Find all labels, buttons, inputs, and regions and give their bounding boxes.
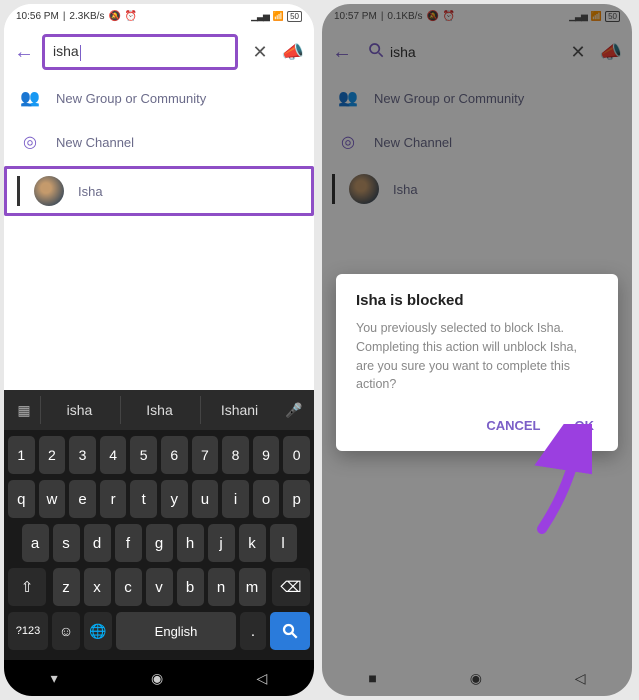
key-u[interactable]: u bbox=[192, 480, 219, 518]
blocked-dialog: Isha is blocked You previously selected … bbox=[336, 274, 618, 451]
key-4[interactable]: 4 bbox=[100, 436, 127, 474]
mic-icon[interactable]: 🎤 bbox=[280, 402, 308, 419]
phone-screenshot-right: 10:57 PM | 0.1KB/s 🔕 ⏰ ▁▃▅ 📶 50 ← isha ✕… bbox=[322, 4, 632, 696]
key-l[interactable]: l bbox=[270, 524, 297, 562]
signal-icon: ▁▃▅ bbox=[251, 11, 269, 22]
key-5[interactable]: 5 bbox=[130, 436, 157, 474]
symbols-key[interactable]: ?123 bbox=[8, 612, 48, 650]
backspace-key[interactable]: ⌫ bbox=[272, 568, 310, 606]
back-button[interactable]: ← bbox=[14, 41, 34, 64]
shift-key[interactable]: ⇧ bbox=[8, 568, 46, 606]
group-icon: 👥 bbox=[18, 86, 42, 110]
key-6[interactable]: 6 bbox=[161, 436, 188, 474]
key-c[interactable]: c bbox=[115, 568, 142, 606]
key-y[interactable]: y bbox=[161, 480, 188, 518]
key-q[interactable]: q bbox=[8, 480, 35, 518]
key-0[interactable]: 0 bbox=[283, 436, 310, 474]
key-j[interactable]: j bbox=[208, 524, 235, 562]
key-s[interactable]: s bbox=[53, 524, 80, 562]
nav-back[interactable]: ◁ bbox=[257, 670, 268, 687]
clear-search-button[interactable]: ✕ bbox=[252, 42, 267, 63]
status-net: 2.3KB/s bbox=[69, 11, 104, 22]
key-m[interactable]: m bbox=[239, 568, 266, 606]
period-key[interactable]: . bbox=[240, 612, 266, 650]
key-3[interactable]: 3 bbox=[69, 436, 96, 474]
key-2[interactable]: 2 bbox=[39, 436, 66, 474]
quick-actions-list: 👥 New Group or Community ◎ New Channel bbox=[4, 76, 314, 164]
key-g[interactable]: g bbox=[146, 524, 173, 562]
list-item-label: New Group or Community bbox=[56, 91, 206, 106]
keyboard: 1234567890 qwertyuiop asdfghjkl ⇧ zxcvbn… bbox=[4, 430, 314, 660]
search-header: ← isha ✕ 📣 bbox=[4, 28, 314, 76]
key-i[interactable]: i bbox=[222, 480, 249, 518]
search-text: isha bbox=[53, 43, 79, 59]
status-dnd-icon: 🔕 bbox=[108, 11, 120, 22]
key-a[interactable]: a bbox=[22, 524, 49, 562]
key-1[interactable]: 1 bbox=[8, 436, 35, 474]
status-time: 10:56 PM bbox=[16, 11, 59, 22]
key-t[interactable]: t bbox=[130, 480, 157, 518]
android-navbar: ▾ ◉ ◁ bbox=[4, 660, 314, 696]
key-v[interactable]: v bbox=[146, 568, 173, 606]
key-f[interactable]: f bbox=[115, 524, 142, 562]
key-9[interactable]: 9 bbox=[253, 436, 280, 474]
nav-recents[interactable]: ▾ bbox=[51, 670, 58, 687]
new-channel-item[interactable]: ◎ New Channel bbox=[4, 120, 314, 164]
key-n[interactable]: n bbox=[208, 568, 235, 606]
suggestion-1[interactable]: isha bbox=[40, 396, 118, 424]
key-r[interactable]: r bbox=[100, 480, 127, 518]
suggestion-2[interactable]: Isha bbox=[120, 396, 198, 424]
key-h[interactable]: h bbox=[177, 524, 204, 562]
emoji-key[interactable]: ☺ bbox=[52, 612, 80, 650]
dialog-actions: CANCEL OK bbox=[356, 410, 598, 441]
keyboard-suggestions: ▦ isha Isha Ishani 🎤 bbox=[4, 390, 314, 430]
phone-screenshot-left: 10:56 PM | 2.3KB/s 🔕 ⏰ ▁▃▅ 📶 50 ← isha ✕… bbox=[4, 4, 314, 696]
suggestion-3[interactable]: Ishani bbox=[200, 396, 278, 424]
new-group-item[interactable]: 👥 New Group or Community bbox=[4, 76, 314, 120]
megaphone-icon[interactable]: 📣 bbox=[282, 42, 304, 63]
key-x[interactable]: x bbox=[84, 568, 111, 606]
battery-icon: 50 bbox=[287, 11, 302, 22]
contact-result-row[interactable]: Isha bbox=[4, 166, 314, 216]
content-spacer bbox=[4, 218, 314, 390]
key-k[interactable]: k bbox=[239, 524, 266, 562]
apps-icon[interactable]: ▦ bbox=[10, 402, 38, 419]
avatar bbox=[34, 176, 64, 206]
nav-home[interactable]: ◉ bbox=[151, 670, 163, 687]
selection-indicator bbox=[17, 176, 20, 206]
key-w[interactable]: w bbox=[39, 480, 66, 518]
key-e[interactable]: e bbox=[69, 480, 96, 518]
key-d[interactable]: d bbox=[84, 524, 111, 562]
status-bar: 10:56 PM | 2.3KB/s 🔕 ⏰ ▁▃▅ 📶 50 bbox=[4, 4, 314, 28]
language-key[interactable]: 🌐 bbox=[84, 612, 112, 650]
key-z[interactable]: z bbox=[53, 568, 80, 606]
key-7[interactable]: 7 bbox=[192, 436, 219, 474]
key-b[interactable]: b bbox=[177, 568, 204, 606]
list-item-label: New Channel bbox=[56, 135, 134, 150]
contact-name: Isha bbox=[78, 184, 103, 199]
dialog-body: You previously selected to block Isha. C… bbox=[356, 319, 598, 394]
wifi-icon: 📶 bbox=[273, 11, 283, 22]
cancel-button[interactable]: CANCEL bbox=[482, 410, 544, 441]
channel-icon: ◎ bbox=[18, 130, 42, 154]
status-alarm-icon: ⏰ bbox=[125, 11, 137, 22]
key-p[interactable]: p bbox=[283, 480, 310, 518]
dialog-title: Isha is blocked bbox=[356, 292, 598, 309]
search-key[interactable] bbox=[270, 612, 310, 650]
space-key[interactable]: English bbox=[116, 612, 236, 650]
ok-button[interactable]: OK bbox=[571, 410, 599, 441]
key-o[interactable]: o bbox=[253, 480, 280, 518]
key-8[interactable]: 8 bbox=[222, 436, 249, 474]
search-input[interactable]: isha bbox=[42, 34, 238, 70]
